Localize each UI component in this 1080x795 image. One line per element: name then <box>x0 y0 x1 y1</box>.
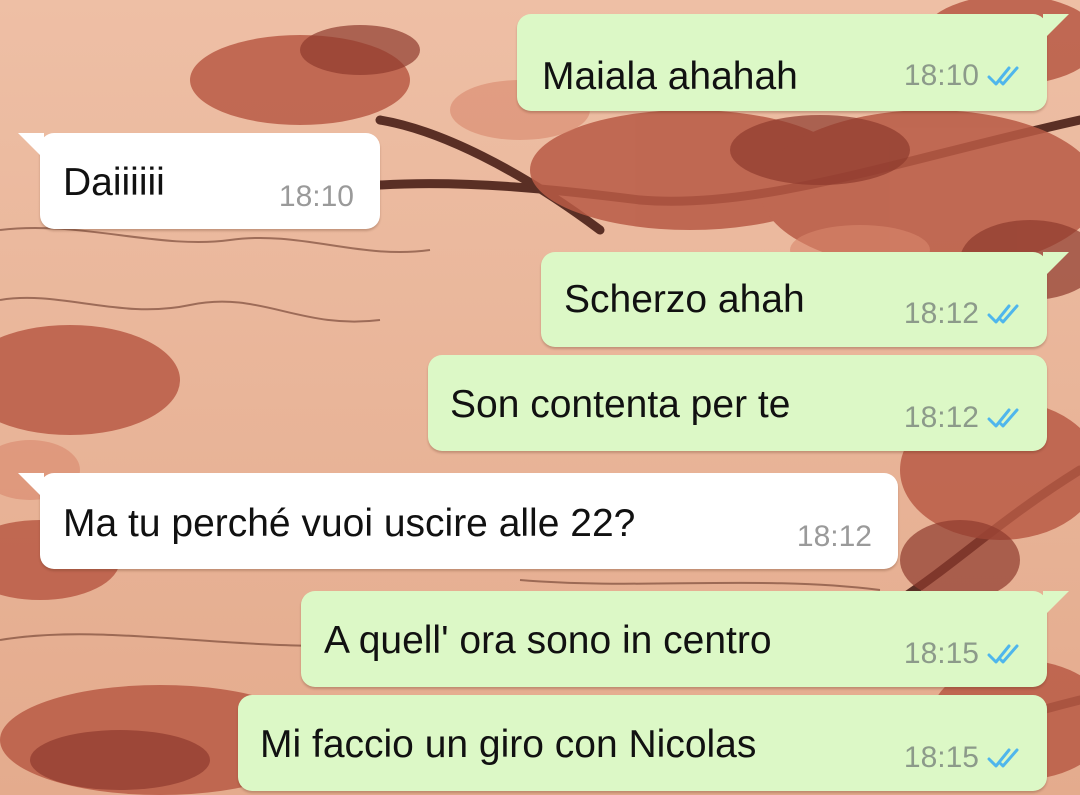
message-time: 18:15 <box>903 637 979 670</box>
message-outgoing[interactable]: Mi faccio un giro con Nicolas 18:15 <box>238 695 1047 791</box>
message-meta: 18:12 <box>797 522 872 552</box>
read-double-check-icon <box>987 642 1025 666</box>
read-double-check-icon <box>987 64 1025 88</box>
message-outgoing[interactable]: A quell' ora sono in centro 18:15 <box>301 591 1069 687</box>
message-time: 18:12 <box>903 297 979 330</box>
message-meta: 18:12 <box>904 299 1025 329</box>
message-text: Mi faccio un giro con Nicolas <box>260 723 757 766</box>
message-meta: 18:15 <box>904 639 1025 669</box>
message-text: Scherzo ahah <box>564 278 805 321</box>
message-list[interactable]: Maiala ahahah 18:10 Daiiiiii 18:10 Scher… <box>0 0 1080 795</box>
message-time: 18:12 <box>796 520 872 553</box>
message-time: 18:12 <box>903 401 979 434</box>
bubble-tail <box>18 473 44 499</box>
message-incoming[interactable]: Ma tu perché vuoi uscire alle 22? 18:12 <box>18 473 898 569</box>
message-time: 18:10 <box>278 180 354 213</box>
message-outgoing[interactable]: Maiala ahahah 18:10 <box>517 14 1069 111</box>
message-meta: 18:15 <box>904 743 1025 773</box>
message-text: Ma tu perché vuoi uscire alle 22? <box>63 502 636 545</box>
message-outgoing[interactable]: Scherzo ahah 18:12 <box>541 252 1069 347</box>
message-meta: 18:10 <box>904 61 1025 91</box>
message-incoming[interactable]: Daiiiiii 18:10 <box>18 133 380 229</box>
read-double-check-icon <box>987 746 1025 770</box>
message-outgoing[interactable]: Son contenta per te 18:12 <box>428 355 1047 451</box>
bubble-tail <box>1043 591 1069 617</box>
read-double-check-icon <box>987 302 1025 326</box>
bubble-tail <box>1043 252 1069 278</box>
message-text: A quell' ora sono in centro <box>324 619 772 662</box>
message-time: 18:10 <box>903 59 979 92</box>
message-text: Son contenta per te <box>450 383 791 426</box>
message-text: Daiiiiii <box>63 161 165 204</box>
bubble-tail <box>18 133 44 159</box>
bubble-tail <box>1043 14 1069 40</box>
message-time: 18:15 <box>903 741 979 774</box>
read-double-check-icon <box>987 406 1025 430</box>
message-text: Maiala ahahah <box>542 55 798 98</box>
message-meta: 18:10 <box>279 182 354 212</box>
message-meta: 18:12 <box>904 403 1025 433</box>
